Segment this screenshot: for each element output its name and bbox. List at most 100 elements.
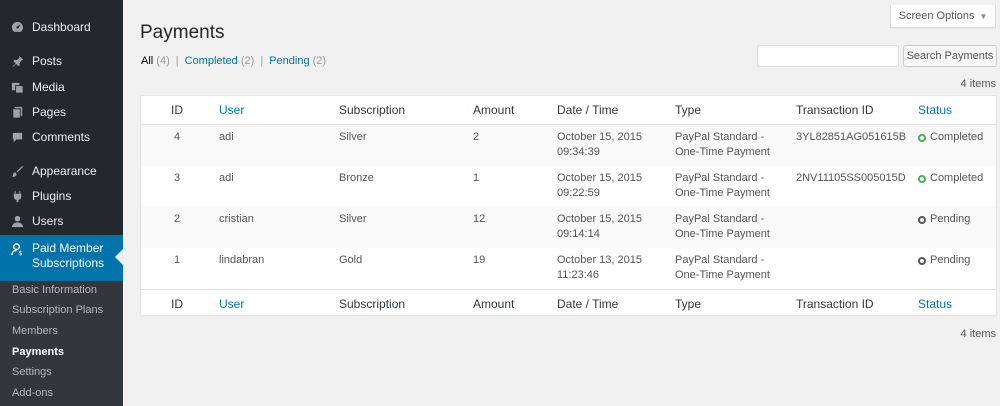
sidebar-item-appearance[interactable]: Appearance [0, 158, 123, 184]
cell-user: adi [219, 131, 234, 143]
column-header-status[interactable]: Status [918, 103, 952, 118]
submenu-payments[interactable]: Payments [12, 346, 64, 358]
sidebar-item-plugins[interactable]: Plugins [0, 183, 123, 209]
submenu-members[interactable]: Members [12, 325, 58, 337]
sidebar-item-label: Pages [32, 105, 67, 119]
search-payments-button[interactable]: Search Payments [903, 45, 997, 67]
cell-type-line2: One-Time Payment [675, 146, 770, 158]
cell-id: 4 [174, 131, 181, 143]
cell-amount: 19 [473, 254, 486, 266]
brush-icon [10, 164, 24, 178]
status-dot-icon [918, 133, 926, 142]
cell-transaction-id: 3YL82851AG051615B [796, 131, 907, 143]
cell-type-line2: One-Time Payment [675, 187, 770, 199]
cell-id: 3 [174, 172, 181, 184]
status-label: Completed [930, 131, 984, 143]
table-row[interactable]: 1 lindabran Gold 19 October 13, 2015 11:2… [141, 248, 996, 289]
table-footer-row: ID User Subscription Amount Date / Time … [141, 289, 996, 316]
pages-icon [10, 105, 24, 119]
submenu-basic-information[interactable]: Basic Information [12, 284, 97, 296]
cell-time: 09:34:39 [557, 146, 600, 158]
sidebar-item-label: Users [32, 214, 64, 228]
items-count-bottom: 4 items [960, 328, 996, 340]
sidebar-item-media[interactable]: Media [0, 74, 123, 100]
column-header-subscription: Subscription [339, 103, 406, 117]
column-footer-amount: Amount [473, 297, 515, 311]
table-row[interactable]: 3 adi Bronze 1 October 15, 2015 09:22:59 … [141, 166, 996, 207]
active-label-line2: Subscriptions [32, 256, 105, 270]
cell-amount: 12 [473, 213, 486, 225]
filter-count: (4) [156, 55, 170, 67]
cell-date: October 15, 2015 [557, 131, 643, 143]
column-header-amount: Amount [473, 103, 515, 117]
screen-options-label: Screen Options [898, 10, 975, 22]
sidebar-item-dashboard[interactable]: Dashboard [0, 14, 123, 40]
submenu-settings[interactable]: Settings [12, 366, 52, 378]
status-badge: Completed [918, 171, 983, 186]
status-dot-icon [918, 215, 926, 224]
cell-subscription: Bronze [339, 172, 374, 184]
sidebar-item-users[interactable]: Users [0, 208, 123, 234]
column-footer-subscription: Subscription [339, 297, 406, 311]
sidebar-item-posts[interactable]: Posts [0, 48, 123, 74]
filter-separator: | [260, 55, 264, 67]
active-label-line1: Paid Member [32, 241, 104, 255]
table-row[interactable]: 2 cristian Silver 12 October 15, 2015 09:… [141, 207, 996, 248]
sidebar-item-pages[interactable]: Pages [0, 99, 123, 125]
column-footer-status[interactable]: Status [918, 297, 952, 312]
filter-completed-label: Completed [184, 55, 238, 67]
cell-subscription: Gold [339, 254, 363, 266]
filter-count: (2) [312, 55, 327, 67]
sidebar-item-label: Plugins [32, 189, 72, 203]
submenu-subscription-plans[interactable]: Subscription Plans [12, 304, 103, 316]
cell-time: 09:22:59 [557, 187, 600, 199]
filter-count: (2) [240, 55, 255, 67]
column-footer-id: ID [171, 297, 183, 311]
caret-down-icon: ▼ [979, 11, 988, 21]
sidebar-item-label: Comments [32, 130, 91, 144]
cell-user: adi [219, 172, 234, 184]
submenu-add-ons[interactable]: Add-ons [12, 387, 53, 399]
cell-type: PayPal Standard - One-Time Payment [675, 171, 770, 201]
filter-separator: | [175, 55, 179, 67]
status-badge: Pending [918, 253, 970, 268]
cell-type: PayPal Standard - One-Time Payment [675, 130, 770, 160]
cell-amount: 1 [473, 172, 480, 184]
status-badge: Completed [918, 130, 983, 145]
column-footer-type: Type [675, 297, 702, 311]
cell-date-time: October 15, 2015 09:14:14 [557, 212, 642, 242]
column-header-user[interactable]: User [219, 103, 244, 118]
column-footer-user[interactable]: User [219, 297, 244, 312]
cell-date: October 15, 2015 [557, 172, 643, 184]
cell-type-line2: One-Time Payment [675, 269, 770, 281]
table-row[interactable]: 4 adi Silver 2 October 15, 2015 09:34:39 … [141, 125, 996, 166]
sidebar-item-comments[interactable]: Comments [0, 124, 123, 150]
filter-pending[interactable]: Pending (2) [269, 55, 326, 67]
payments-table: ID User Subscription Amount Date / Time … [140, 95, 997, 316]
cell-time: 09:14:14 [557, 228, 600, 240]
status-label: Completed [930, 172, 984, 184]
status-filter-links: All (4) | Completed (2) | Pending (2) [141, 55, 326, 67]
filter-all[interactable]: All (4) [141, 55, 170, 67]
cell-type: PayPal Standard - One-Time Payment [675, 212, 770, 242]
plugin-icon [10, 189, 24, 203]
cell-id: 1 [174, 254, 181, 266]
items-count-top: 4 items [960, 78, 996, 90]
screen-options-button[interactable]: Screen Options ▼ [890, 5, 996, 28]
status-dot-icon [918, 256, 926, 265]
column-footer-date-time: Date / Time [557, 297, 619, 311]
cell-date-time: October 15, 2015 09:34:39 [557, 130, 642, 160]
cell-id: 2 [174, 213, 181, 225]
comment-icon [10, 130, 24, 144]
column-header-id: ID [171, 103, 183, 117]
svg-text:$: $ [18, 249, 22, 256]
status-dot-icon [918, 174, 926, 183]
sidebar-item-label: Posts [32, 54, 63, 68]
sidebar-item-label: Paid Member Subscriptions [32, 241, 104, 271]
cell-type-line1: PayPal Standard - [675, 213, 765, 225]
filter-completed[interactable]: Completed (2) [185, 55, 255, 67]
sidebar-item-paid-member-subscriptions[interactable]: $ Paid Member Subscriptions [0, 235, 123, 281]
filter-pending-label: Pending [269, 55, 310, 67]
sidebar-item-label: Media [32, 80, 65, 94]
search-input[interactable] [757, 45, 899, 67]
